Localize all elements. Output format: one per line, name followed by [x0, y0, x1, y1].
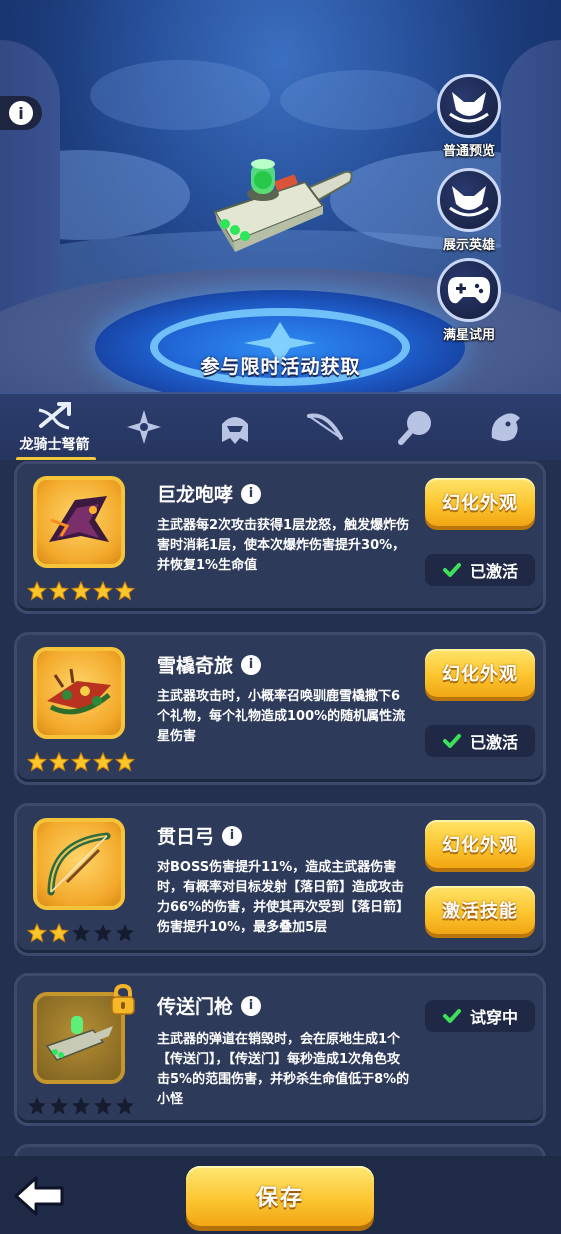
bow-icon	[306, 413, 343, 440]
skin-card-sun-piercing-bow: 贯日弓 i 对BOSS伤害提升11%，造成主武器伤害时，有概率对目标发射【落日箭…	[14, 803, 546, 956]
skin-list[interactable]: 巨龙咆哮 i 主武器每2次攻击获得1层龙怒，触发爆炸伤害时消耗1层，使本次爆炸伤…	[0, 460, 561, 1156]
check-icon	[442, 734, 461, 748]
tab-bow[interactable]	[278, 394, 371, 460]
gamepad-icon	[437, 258, 501, 322]
skin-description: 对BOSS伤害提升11%，造成主武器伤害时，有概率对目标发射【落日箭】造成攻击力…	[157, 860, 410, 935]
skin-name: 传送门枪	[157, 996, 234, 1018]
info-icon[interactable]: i	[241, 995, 262, 1016]
star-filled-icon	[93, 581, 113, 601]
star-filled-icon	[27, 581, 47, 601]
info-icon[interactable]: i	[222, 825, 243, 846]
status-text: 已激活	[469, 562, 518, 581]
skin-description: 主武器的弹道在销毁时，会在原地生成1个【传送门】，【传送门】每秒造成1次角色攻击…	[157, 1032, 410, 1107]
cloud	[280, 70, 440, 130]
skin-title: 贯日弓 i	[157, 822, 243, 849]
star-filled-icon	[27, 752, 47, 772]
sun-bow-image	[47, 832, 111, 896]
dragon-head-icon	[491, 413, 520, 441]
star-rating	[27, 923, 135, 943]
star-empty-icon	[116, 924, 134, 942]
info-icon[interactable]: i	[241, 654, 262, 675]
tab-label: 龙骑士弩箭	[19, 437, 90, 453]
hero-preview: i 普通预览 展示英雄 满星试用 参与限时活动获取	[0, 0, 561, 392]
star-filled-icon	[115, 752, 135, 772]
info-icon: i	[9, 101, 33, 125]
star-filled-icon	[115, 581, 135, 601]
skin-name: 贯日弓	[157, 826, 215, 848]
skin-title: 传送门枪 i	[157, 992, 262, 1019]
obtain-hint: 参与限时活动获取	[200, 356, 361, 378]
skin-thumbnail[interactable]	[33, 476, 125, 568]
skin-thumbnail[interactable]	[33, 818, 125, 910]
shuriken-icon	[126, 410, 161, 444]
max-star-trial-label: 满星试用	[442, 328, 495, 343]
star-filled-icon	[49, 923, 69, 943]
tab-helmet[interactable]	[188, 394, 281, 460]
star-empty-icon	[50, 1097, 68, 1115]
fox-head-icon	[437, 74, 501, 138]
weapon-tab-bar: 龙骑士弩箭	[0, 392, 561, 461]
skin-card-portal-gun: 传送门枪 i 主武器的弹道在销毁时，会在原地生成1个【传送门】，【传送门】每秒造…	[14, 973, 546, 1126]
apply-appearance-button[interactable]: 幻化外观	[425, 649, 535, 697]
status-badge: 已激活	[425, 554, 535, 586]
status-text: 已激活	[469, 733, 518, 752]
fox-head-icon	[437, 168, 501, 232]
star-filled-icon	[71, 752, 91, 772]
dragon-crossbow-image	[49, 496, 109, 542]
star-rating	[27, 581, 135, 601]
skin-description: 主武器攻击时，小概率召唤驯鹿雪橇撒下6个礼物，每个礼物造成100%的随机属性流星…	[157, 689, 406, 744]
cloud	[90, 60, 270, 130]
skin-card-sleigh-journey: 雪橇奇旅 i 主武器攻击时，小概率召唤驯鹿雪橇撒下6个礼物，每个礼物造成100%…	[14, 632, 546, 785]
skin-card-partial	[14, 1144, 546, 1156]
ping-pong-icon	[397, 411, 431, 445]
skin-title: 雪橇奇旅 i	[157, 651, 262, 678]
bottom-bar: 保存	[0, 1156, 561, 1234]
star-empty-icon	[72, 924, 90, 942]
lock-icon	[111, 984, 135, 1015]
normal-preview-label: 普通预览	[442, 144, 495, 159]
status-text: 试穿中	[469, 1008, 518, 1027]
normal-preview-button[interactable]: 普通预览	[434, 74, 504, 159]
back-arrow-icon[interactable]	[12, 1174, 66, 1218]
show-hero-label: 展示英雄	[442, 238, 495, 253]
check-icon	[442, 563, 461, 577]
star-filled-icon	[49, 752, 69, 772]
info-button[interactable]: i	[0, 96, 42, 130]
tab-ping-pong-paddle[interactable]	[368, 394, 461, 460]
status-badge: 试穿中	[425, 1000, 535, 1032]
star-empty-icon	[72, 1097, 90, 1115]
save-button[interactable]: 保存	[186, 1166, 374, 1226]
star-filled-icon	[27, 923, 47, 943]
status-badge: 已激活	[425, 725, 535, 757]
tab-shuriken[interactable]	[97, 394, 190, 460]
skin-card-dragon-roar: 巨龙咆哮 i 主武器每2次攻击获得1层龙怒，触发爆炸伤害时消耗1层，使本次爆炸伤…	[14, 461, 546, 614]
star-rating	[27, 1096, 135, 1116]
max-star-trial-button[interactable]: 满星试用	[434, 258, 504, 343]
crossbow-icon	[38, 402, 71, 430]
skin-title: 巨龙咆哮 i	[157, 480, 262, 507]
sleigh-crossbow-image	[47, 668, 111, 715]
star-filled-icon	[71, 581, 91, 601]
info-icon[interactable]: i	[241, 483, 262, 504]
skin-name: 巨龙咆哮	[157, 484, 234, 506]
star-empty-icon	[28, 1097, 46, 1115]
skin-thumbnail[interactable]	[33, 647, 125, 739]
star-empty-icon	[94, 924, 112, 942]
skin-name: 雪橇奇旅	[157, 655, 234, 677]
skin-description: 主武器每2次攻击获得1层龙怒，触发爆炸伤害时消耗1层，使本次爆炸伤害提升30%，…	[157, 518, 410, 573]
star-empty-icon	[94, 1097, 112, 1115]
apply-appearance-button[interactable]: 幻化外观	[425, 820, 535, 868]
star-empty-icon	[116, 1097, 134, 1115]
show-hero-button[interactable]: 展示英雄	[434, 168, 504, 253]
star-rating	[27, 752, 135, 772]
check-icon	[442, 1009, 461, 1023]
tab-dragon-head[interactable]	[458, 394, 551, 460]
star-filled-icon	[93, 752, 113, 772]
activate-skill-button[interactable]: 激活技能	[425, 886, 535, 934]
star-filled-icon	[49, 581, 69, 601]
helmet-icon	[221, 417, 248, 444]
apply-appearance-button[interactable]: 幻化外观	[425, 478, 535, 526]
tab-dragon-knight-crossbow[interactable]: 龙骑士弩箭	[8, 394, 101, 460]
portal-gun-preview	[213, 159, 353, 252]
